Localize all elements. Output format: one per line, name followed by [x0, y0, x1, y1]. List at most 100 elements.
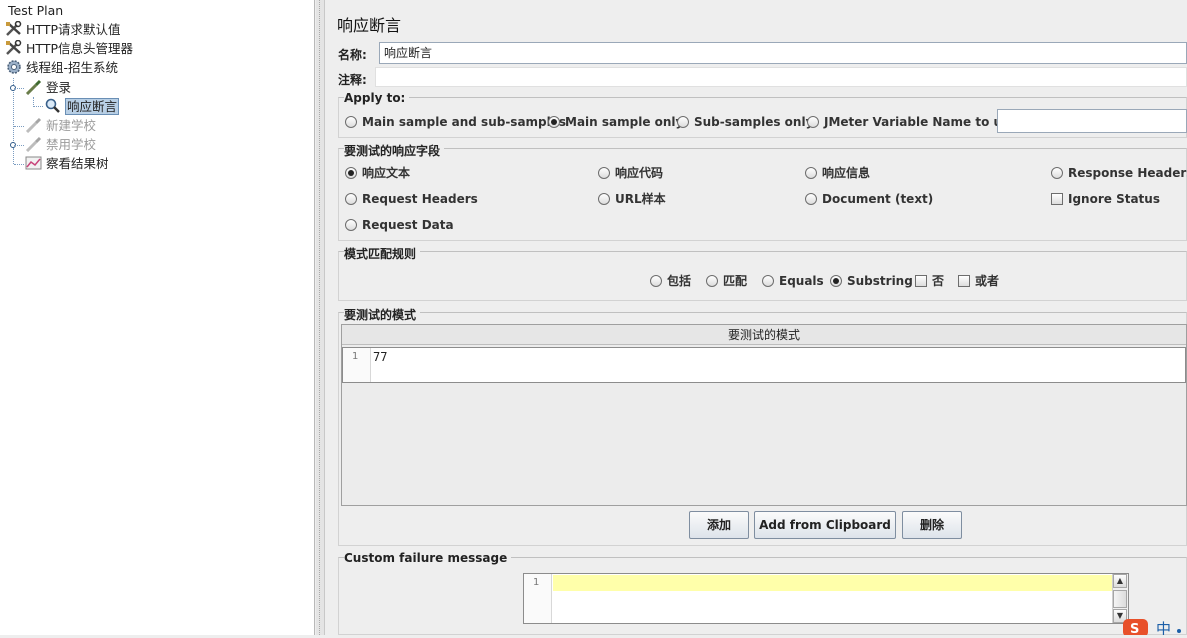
rule-not-checkbox[interactable]: 否	[915, 273, 944, 289]
radio-icon	[762, 275, 774, 287]
checkbox-icon	[915, 275, 927, 287]
tree-item-thread-group[interactable]: 线程组-招生系统	[5, 58, 118, 77]
pipette-icon	[25, 79, 43, 96]
pattern-value[interactable]: 77	[373, 350, 387, 364]
checkbox-label: 否	[932, 274, 945, 288]
radio-label: Document (text)	[822, 192, 934, 206]
tree-item-label: 察看结果树	[46, 156, 109, 171]
field-request-data-radio[interactable]: Request Data	[345, 217, 454, 233]
comment-label: 注释:	[338, 73, 367, 87]
radio-icon	[345, 193, 357, 205]
radio-label: Main sample only	[565, 115, 684, 129]
radio-label: 包括	[667, 274, 692, 288]
magnifier-icon	[44, 98, 62, 114]
tree-item-response-assertion[interactable]: 响应断言	[44, 97, 120, 116]
rule-equals-radio[interactable]: Equals	[762, 273, 824, 289]
radio-label: Equals	[779, 274, 824, 288]
radio-icon	[805, 193, 817, 205]
delete-button[interactable]: 删除	[902, 511, 962, 539]
field-request-headers-radio[interactable]: Request Headers	[345, 191, 478, 207]
variable-name-input[interactable]	[997, 109, 1187, 133]
rule-substring-radio[interactable]: Substring	[830, 273, 913, 289]
table-column-header: 要测试的模式	[342, 325, 1186, 345]
field-url-sample-radio[interactable]: URL样本	[598, 191, 666, 207]
rule-matches-radio[interactable]: 匹配	[706, 273, 747, 289]
svg-text:S: S	[1130, 622, 1139, 635]
field-response-headers-radio[interactable]: Response Headers	[1051, 165, 1187, 181]
tree-connector	[14, 164, 24, 165]
tree-item-label: 禁用学校	[46, 137, 97, 152]
rule-contains-radio[interactable]: 包括	[650, 273, 691, 289]
rule-or-checkbox[interactable]: 或者	[958, 273, 999, 289]
wrench-icon	[5, 39, 23, 56]
vertical-scrollbar[interactable]: ▲ ▼	[1112, 574, 1128, 623]
radio-selected-icon	[345, 167, 357, 179]
split-pane-divider[interactable]	[316, 0, 325, 635]
tree-item-http-defaults[interactable]: HTTP请求默认值	[5, 20, 121, 39]
checkbox-icon	[1051, 193, 1063, 205]
radio-label: JMeter Variable Name to use	[824, 115, 1018, 129]
pattern-rules-title: 模式匹配规则	[344, 245, 421, 262]
tree-item-login[interactable]: 登录	[25, 78, 71, 97]
wrench-icon	[5, 20, 23, 37]
scroll-thumb[interactable]	[1113, 590, 1127, 608]
apply-sub-only-radio[interactable]: Sub-samples only	[677, 114, 813, 130]
response-field-title: 要测试的响应字段	[344, 142, 445, 159]
radio-label: 匹配	[723, 274, 748, 288]
tree-item-test-plan[interactable]: Test Plan	[8, 1, 63, 20]
radio-icon	[345, 219, 357, 231]
tree-item-new-school[interactable]: 新建学校	[25, 116, 96, 135]
checkbox-icon	[958, 275, 970, 287]
radio-label: Request Headers	[362, 192, 478, 206]
field-response-message-radio[interactable]: 响应信息	[805, 165, 870, 181]
tree-item-result-tree[interactable]: 察看结果树	[25, 154, 109, 173]
field-document-text-radio[interactable]: Document (text)	[805, 191, 933, 207]
apply-main-and-sub-radio[interactable]: Main sample and sub-samples	[345, 114, 566, 130]
line-number-gutter: 1	[524, 574, 552, 623]
tree-connector	[14, 88, 24, 89]
radio-icon	[345, 116, 357, 128]
checkbox-label: Ignore Status	[1068, 192, 1160, 206]
tree-item-disable-school[interactable]: 禁用学校	[25, 135, 96, 154]
comment-field[interactable]	[375, 67, 1187, 87]
tree-item-header-manager[interactable]: HTTP信息头管理器	[5, 39, 133, 58]
apply-to-title: Apply to:	[344, 91, 410, 105]
patterns-title: 要测试的模式	[344, 306, 421, 323]
name-label: 名称:	[338, 48, 367, 62]
tree-connector	[33, 106, 43, 107]
radio-icon	[650, 275, 662, 287]
radio-icon	[677, 116, 689, 128]
tree-item-label: 线程组-招生系统	[26, 60, 119, 75]
tree-item-label: HTTP请求默认值	[26, 22, 121, 37]
radio-icon	[598, 193, 610, 205]
response-assertion-panel: 响应断言 名称: 响应断言 注释: Apply to: Main sample …	[326, 0, 1187, 638]
radio-label: Substring	[847, 274, 913, 288]
chart-icon	[25, 155, 43, 171]
add-button[interactable]: 添加	[689, 511, 749, 539]
field-response-text-radio[interactable]: 响应文本	[345, 165, 410, 181]
tree-connector	[13, 148, 14, 164]
line-number-gutter: 1	[343, 348, 371, 382]
page-title: 响应断言	[337, 16, 402, 35]
field-response-code-radio[interactable]: 响应代码	[598, 165, 663, 181]
name-field[interactable]: 响应断言	[379, 42, 1187, 64]
radio-icon	[706, 275, 718, 287]
test-plan-tree[interactable]: Test Plan HTTP请求默认值 HTTP信息头管理器 线程组-招生系统 …	[0, 0, 315, 635]
failure-message-editor[interactable]: 1 ▲ ▼	[523, 573, 1129, 624]
pipette-icon	[25, 136, 43, 153]
radio-icon	[805, 167, 817, 179]
apply-main-only-radio[interactable]: Main sample only	[548, 114, 683, 130]
add-from-clipboard-button[interactable]: Add from Clipboard	[754, 511, 896, 539]
radio-label: URL样本	[615, 192, 666, 206]
radio-selected-icon	[830, 275, 842, 287]
pattern-editor[interactable]: 1 77	[342, 347, 1186, 383]
tree-item-label: Test Plan	[8, 3, 64, 18]
tree-item-label: 响应断言	[65, 98, 120, 115]
radio-label: 响应文本	[362, 166, 411, 180]
radio-label: 响应代码	[615, 166, 664, 180]
scroll-up-arrow-icon[interactable]: ▲	[1113, 574, 1127, 588]
apply-variable-radio[interactable]: JMeter Variable Name to use	[807, 114, 1017, 130]
radio-selected-icon	[548, 116, 560, 128]
line-number: 1	[533, 577, 540, 588]
ignore-status-checkbox[interactable]: Ignore Status	[1051, 191, 1160, 207]
